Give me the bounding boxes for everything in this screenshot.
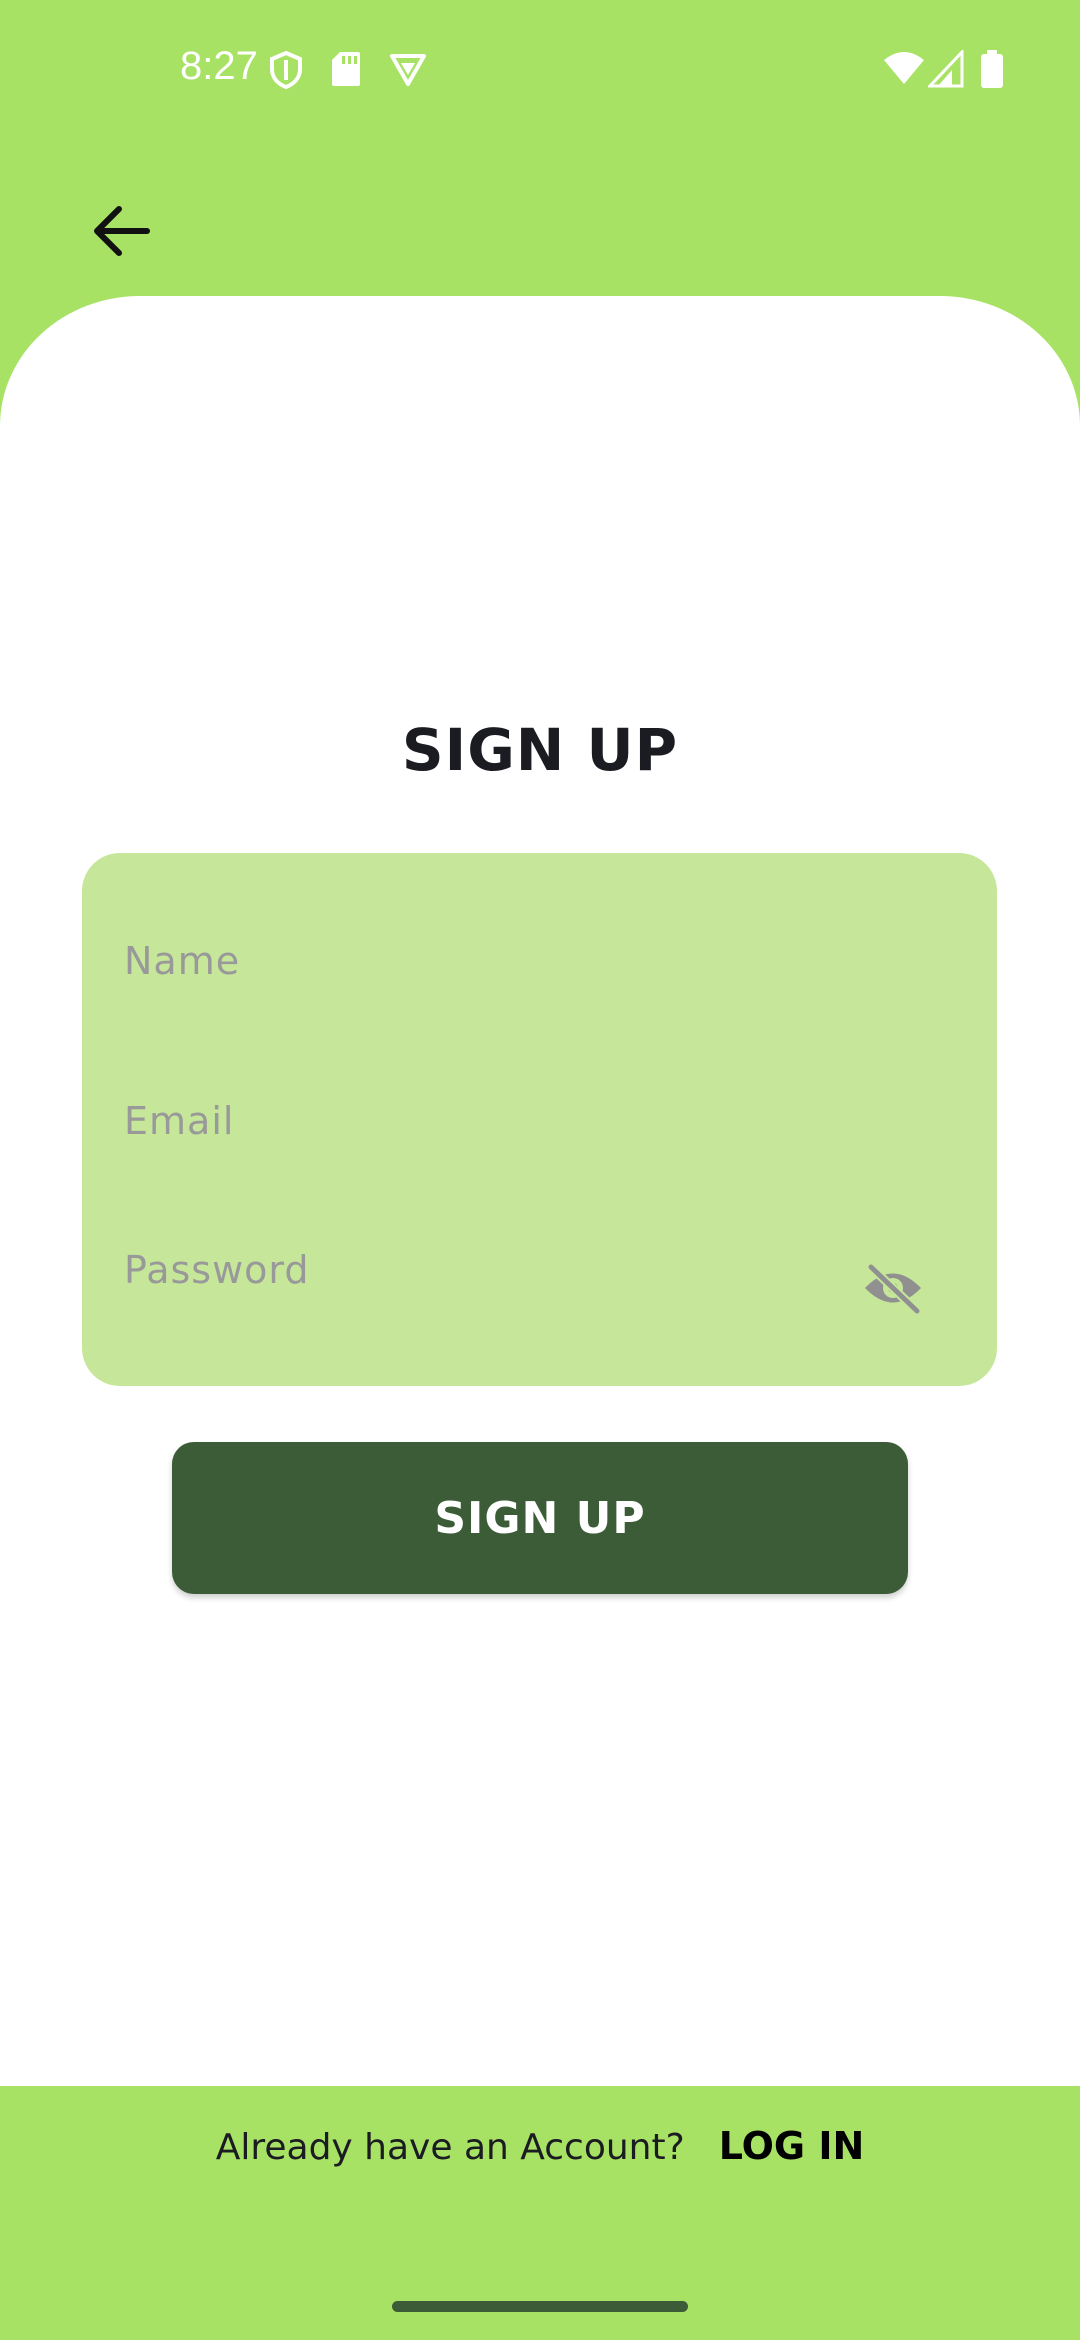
signup-form bbox=[82, 853, 997, 1386]
status-bar: 8:27 bbox=[0, 0, 1080, 140]
login-prompt-text: Already have an Account? bbox=[215, 2127, 685, 2168]
eye-off-icon bbox=[865, 1262, 922, 1315]
sd-card-icon bbox=[330, 50, 362, 92]
signup-button[interactable]: SIGN UP bbox=[172, 1442, 908, 1594]
signal-icon bbox=[926, 48, 964, 92]
password-visibility-toggle[interactable] bbox=[854, 1249, 932, 1327]
vpn-icon bbox=[388, 50, 428, 92]
password-field[interactable] bbox=[124, 1235, 824, 1305]
back-button[interactable] bbox=[80, 190, 162, 272]
arrow-left-icon bbox=[94, 206, 150, 256]
battery-icon bbox=[980, 50, 1004, 94]
login-prompt: Already have an Account? LOG IN bbox=[0, 2124, 1080, 2168]
email-field[interactable] bbox=[124, 1086, 954, 1156]
home-indicator[interactable] bbox=[392, 2301, 688, 2312]
login-link[interactable]: LOG IN bbox=[719, 2124, 865, 2168]
page-title: SIGN UP bbox=[401, 716, 679, 784]
name-field[interactable] bbox=[124, 926, 954, 996]
shield-icon bbox=[268, 50, 304, 94]
wifi-icon bbox=[882, 50, 926, 92]
signup-screen: 8:27 SIGN UP Name Email SIGN UP Already … bbox=[0, 0, 1080, 2340]
status-time: 8:27 bbox=[180, 44, 258, 88]
